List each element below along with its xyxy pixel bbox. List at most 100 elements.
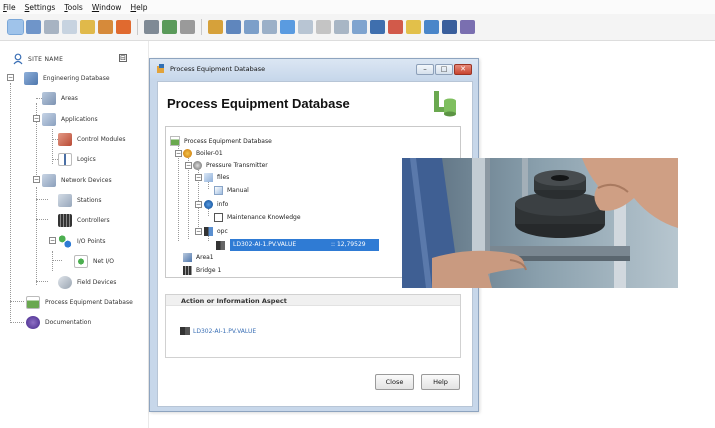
wand-icon[interactable] (316, 20, 331, 34)
sidebar-item-network-devices[interactable]: Network Devices (42, 173, 112, 187)
key-icon[interactable] (208, 20, 223, 34)
dialog-window-title: Process Equipment Database (170, 65, 266, 73)
process-equipment-icon (170, 136, 180, 146)
sidebar-item-logics[interactable]: Logics (58, 152, 96, 166)
sidebar-item-engineering-database[interactable]: Engineering Database (24, 71, 110, 85)
folder-icon (204, 172, 213, 182)
zoom-icon[interactable] (334, 20, 349, 34)
network-device-icon (42, 173, 56, 187)
menu-tools[interactable]: Tools (64, 3, 82, 12)
text-document-icon (214, 212, 223, 222)
globe-icon[interactable] (162, 20, 177, 34)
close-window-button[interactable]: ✕ (454, 64, 472, 75)
bookmark-icon[interactable] (442, 20, 457, 34)
expand-toggle[interactable]: − (195, 201, 202, 208)
expand-toggle[interactable]: − (49, 237, 56, 244)
app-icon (157, 64, 164, 73)
help-button[interactable]: Help (421, 374, 460, 390)
tree-node-maintenance-knowledge[interactable]: Maintenance Knowledge (214, 211, 301, 223)
arrow-icon[interactable] (280, 20, 295, 34)
sidebar-item-io-points[interactable]: I/O Points (58, 234, 105, 248)
tree-view-icon[interactable] (7, 19, 24, 35)
sidebar-item-control-modules[interactable]: Control Modules (58, 132, 126, 146)
package-icon[interactable] (98, 20, 113, 34)
disc-icon[interactable] (180, 20, 195, 34)
flame-icon[interactable] (116, 20, 131, 34)
tree-line (36, 281, 48, 282)
tree-node-opc-tag-icon-row (216, 239, 229, 251)
aspect-link[interactable]: LD302-AI-1.PV.VALUE (180, 327, 256, 335)
tree-line (52, 260, 62, 261)
menu-file[interactable]: File (3, 3, 16, 12)
minimize-button[interactable]: – (416, 64, 434, 75)
io-point-icon (58, 234, 72, 248)
tree-line (10, 301, 24, 302)
color-icon[interactable] (388, 20, 403, 34)
tree-node-pressure-transmitter[interactable]: Pressure Transmitter (193, 159, 268, 171)
expand-toggle[interactable]: − (33, 176, 40, 183)
maximize-button[interactable]: □ (435, 64, 453, 75)
tree-line (52, 251, 53, 271)
tree-node-info[interactable]: info (204, 198, 228, 210)
close-button[interactable]: Close (375, 374, 414, 390)
tree-node-opc[interactable]: opc (204, 225, 228, 237)
navigation-pane: SITE NAME ⊟ − − − − Engineering Database… (0, 41, 148, 428)
document-icon[interactable] (62, 20, 77, 34)
layout-icon[interactable] (298, 20, 313, 34)
tree-node-manual[interactable]: Manual (214, 184, 249, 196)
net-io-icon (74, 254, 88, 268)
tree-node-root[interactable]: Process Equipment Database (170, 135, 272, 147)
image-icon[interactable] (352, 20, 367, 34)
sidebar-item-applications[interactable]: Applications (42, 112, 98, 126)
sidebar-item-areas[interactable]: Areas (42, 91, 78, 105)
bird-icon[interactable] (424, 20, 439, 34)
tree-node-boiler[interactable]: Boiler-01 (183, 147, 223, 159)
gear-icon[interactable] (460, 20, 475, 34)
sidebar-item-field-devices[interactable]: Field Devices (58, 275, 116, 289)
expand-toggle[interactable]: − (185, 162, 192, 169)
diamond-icon[interactable] (406, 20, 421, 34)
trend-icon[interactable] (244, 20, 259, 34)
network-icon[interactable] (26, 20, 41, 34)
site-header: SITE NAME (12, 53, 63, 65)
bridge-icon (183, 265, 192, 275)
tree-line (36, 187, 37, 285)
equipment-photo-image (402, 158, 678, 288)
sidebar-item-net-io[interactable]: Net I/O (74, 254, 114, 268)
station-icon (58, 193, 72, 207)
toolbar-separator (137, 19, 138, 35)
expand-toggle[interactable]: − (175, 150, 182, 157)
area-icon (183, 252, 192, 262)
applications-icon (42, 112, 56, 126)
tree-node-selected-tag[interactable]: LD302-AI-1.PV.VALUE :: 12,79529 (230, 239, 379, 251)
table-icon[interactable] (226, 20, 241, 34)
search-icon[interactable] (44, 20, 59, 34)
tree-node-area1[interactable]: Area1 (183, 251, 214, 263)
menu-window[interactable]: Window (92, 3, 122, 12)
collapse-button[interactable]: ⊟ (119, 54, 127, 62)
chart-icon[interactable] (80, 20, 95, 34)
grid-icon[interactable] (144, 20, 159, 34)
menu-help[interactable]: Help (130, 3, 147, 12)
sidebar-item-documentation[interactable]: Documentation (26, 315, 91, 329)
menu-settings[interactable]: Settings (25, 3, 56, 12)
report-icon[interactable] (262, 20, 277, 34)
selected-tag-value: :: 12,79529 (331, 241, 366, 248)
sidebar-item-process-equipment-database[interactable]: Process Equipment Database (26, 295, 133, 309)
text-icon[interactable] (370, 20, 385, 34)
logic-icon (58, 152, 72, 166)
document-icon (214, 185, 223, 195)
toolbar-separator (201, 19, 202, 35)
sidebar-item-stations[interactable]: Stations (58, 193, 101, 207)
tree-node-bridge1[interactable]: Bridge 1 (183, 264, 221, 276)
expand-toggle[interactable]: − (195, 174, 202, 181)
sidebar-item-controllers[interactable]: Controllers (58, 213, 110, 227)
tree-node-files[interactable]: files (204, 171, 229, 183)
expand-toggle[interactable]: − (7, 74, 14, 81)
field-device-icon (58, 275, 72, 289)
equipment-photo (402, 158, 678, 288)
tree-line (36, 199, 48, 200)
expand-toggle[interactable]: − (33, 115, 40, 122)
info-icon (204, 199, 213, 209)
expand-toggle[interactable]: − (195, 228, 202, 235)
